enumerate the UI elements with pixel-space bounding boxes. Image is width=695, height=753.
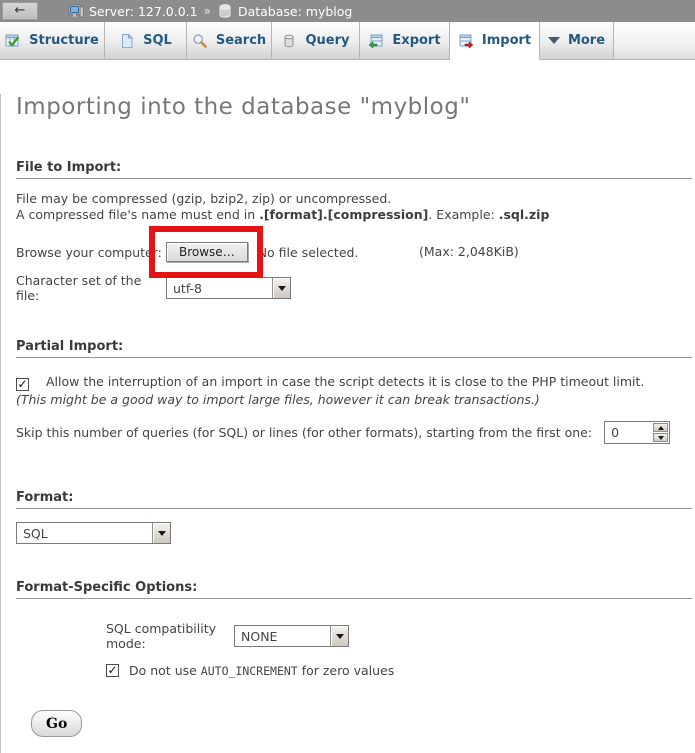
import-icon [458,33,474,49]
spinner-buttons [652,422,669,443]
dropdown-arrow-icon[interactable] [152,523,170,543]
section-format: Format: [16,490,692,509]
charset-row: Character set of the file: utf-8 [16,273,692,303]
tab-label: Structure [29,33,99,48]
allow-interruption-text: Allow the interruption of an import in c… [46,374,644,389]
tab-bar: Structure SQL Search Query [0,22,695,60]
file-import-description: File may be compressed (gzip, bzip2, zip… [16,191,692,223]
tab-structure[interactable]: Structure [0,22,105,60]
format-select[interactable]: SQL [16,522,171,544]
breadcrumb-server-label: Server: 127.0.0.1 [89,4,198,19]
go-button[interactable]: Go [31,710,82,737]
section-partial-import: Partial Import: [16,339,692,358]
server-icon [68,3,84,19]
tab-import[interactable]: Import [450,22,540,60]
sql-compatibility-value: NONE [235,626,330,646]
tab-query[interactable]: Query [272,22,360,60]
tab-sql[interactable]: SQL [105,22,187,60]
export-icon [368,33,384,49]
breadcrumb-separator: » [204,4,211,18]
tab-label: More [568,33,605,48]
back-button[interactable]: ← [2,2,38,20]
max-size-text: (Max: 2,048KiB) [419,244,519,259]
sql-compatibility-select[interactable]: NONE [234,625,349,647]
browse-button[interactable]: Browse… [166,242,248,262]
query-icon [281,33,297,49]
chevron-down-icon [548,37,560,44]
tab-label: SQL [143,33,172,48]
tab-export[interactable]: Export [360,22,450,60]
auto-increment-text: Do not use AUTO_INCREMENT for zero value… [129,663,394,678]
breadcrumb-database[interactable]: Database: myblog [217,3,352,19]
sql-icon [119,33,135,49]
tabbar-filler [614,22,695,60]
tab-label: Search [216,33,266,48]
tab-label: Import [482,33,531,48]
spinner-down-button[interactable] [653,433,668,442]
breadcrumb-bar: ← Server: 127.0.0.1 » Database: myblog [0,0,695,22]
dropdown-arrow-icon[interactable] [272,278,290,298]
sql-compatibility-label: SQL compatibility mode: [106,621,234,651]
compression-info-line: File may be compressed (gzip, bzip2, zip… [16,191,692,207]
no-file-selected-text: No file selected. [258,245,359,260]
main-content: Importing into the database "myblog" Fil… [0,94,695,753]
section-format-specific-options: Format-Specific Options: [16,580,692,599]
charset-label: Character set of the file: [16,273,166,303]
spinner-up-button[interactable] [653,423,668,432]
tab-search[interactable]: Search [187,22,272,60]
search-icon [192,33,208,49]
skip-queries-input[interactable]: 0 [604,421,670,444]
sql-compatibility-row: SQL compatibility mode: NONE [106,621,692,651]
breadcrumb-server[interactable]: Server: 127.0.0.1 [68,3,198,19]
auto-increment-checkbox[interactable]: ✓ [106,664,119,677]
structure-icon [5,33,21,49]
filename-format-line: A compressed file's name must end in .[f… [16,207,692,223]
tab-label: Export [392,33,440,48]
auto-increment-row: ✓ Do not use AUTO_INCREMENT for zero val… [106,663,692,678]
charset-select[interactable]: utf-8 [166,277,291,299]
format-selected-value: SQL [17,523,152,543]
dropdown-arrow-icon[interactable] [330,626,348,646]
partial-import-option: ✓ Allow the interruption of an import in … [16,373,678,408]
skip-queries-value: 0 [605,422,652,443]
breadcrumb-database-label: Database: myblog [238,4,352,19]
database-icon [217,3,233,19]
page-title: Importing into the database "myblog" [16,94,692,120]
tab-label: Query [305,33,349,48]
allow-interruption-checkbox[interactable]: ✓ [16,378,29,391]
section-file-to-import: File to Import: [16,160,692,179]
skip-queries-label: Skip this number of queries (for SQL) or… [16,425,592,440]
skip-queries-row: Skip this number of queries (for SQL) or… [16,421,692,444]
charset-selected-value: utf-8 [167,278,272,298]
browse-label: Browse your computer: [16,245,166,260]
browse-row: Browse your computer: Browse… No file se… [16,240,692,264]
tab-more[interactable]: More [540,22,614,60]
allow-interruption-note: (This might be a good way to import larg… [16,392,540,407]
